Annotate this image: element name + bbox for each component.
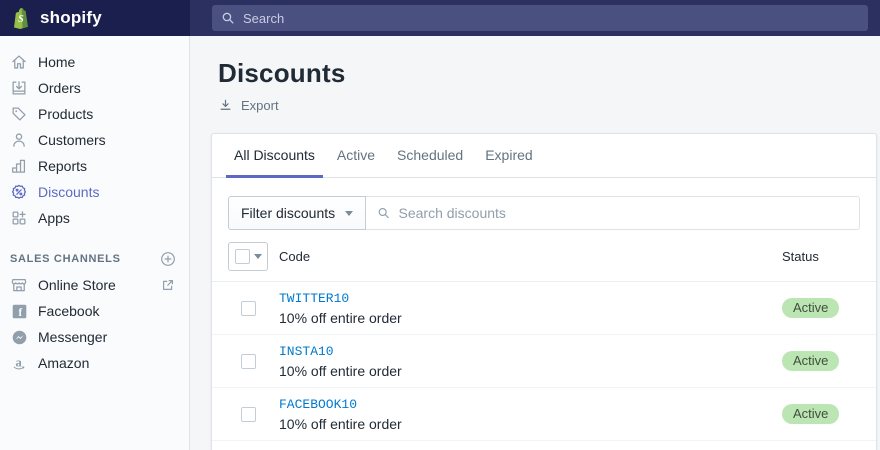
topbar-main — [190, 0, 880, 36]
table-row[interactable]: TWITTER10 10% off entire order Active — [212, 282, 876, 335]
discount-description: 10% off entire order — [279, 416, 782, 432]
sidebar-item-label: Apps — [38, 210, 177, 226]
sidebar-item-label: Discounts — [38, 184, 177, 200]
search-icon — [377, 206, 390, 220]
search-icon — [221, 11, 235, 25]
sidebar-item-label: Home — [38, 54, 177, 70]
select-all-dropdown[interactable] — [228, 242, 268, 271]
sidebar-item-label: Products — [38, 106, 177, 122]
discount-description: 10% off entire order — [279, 310, 782, 326]
discount-code-link[interactable]: TWITTER10 — [279, 291, 349, 306]
add-sales-channel-button[interactable] — [159, 250, 177, 268]
select-all-checkbox[interactable] — [235, 249, 250, 264]
apps-icon — [10, 209, 28, 227]
tab-label: Active — [337, 147, 375, 163]
shopify-wordmark: shopify — [40, 8, 102, 28]
messenger-icon — [10, 328, 28, 346]
plus-circle-icon — [159, 250, 177, 268]
customers-icon — [10, 131, 28, 149]
orders-icon — [10, 79, 28, 97]
sidebar: Home Orders Products — [0, 36, 190, 450]
facebook-icon: f — [10, 302, 28, 320]
discounts-icon — [10, 183, 28, 201]
main-content: Discounts Export All Discounts Active Sc… — [190, 36, 880, 450]
discounts-card: All Discounts Active Scheduled Expired F… — [211, 133, 877, 450]
tab-label: All Discounts — [234, 147, 315, 163]
sidebar-item-orders[interactable]: Orders — [0, 75, 189, 101]
tab-scheduled[interactable]: Scheduled — [389, 134, 471, 178]
sidebar-item-facebook[interactable]: f Facebook — [0, 298, 189, 324]
row-checkbox[interactable] — [241, 301, 256, 316]
sidebar-item-online-store[interactable]: Online Store — [0, 272, 189, 298]
discount-code-link[interactable]: FACEBOOK10 — [279, 397, 357, 412]
sidebar-item-amazon[interactable]: a Amazon — [0, 350, 189, 376]
tab-expired[interactable]: Expired — [477, 134, 540, 178]
sidebar-item-home[interactable]: Home — [0, 49, 189, 75]
sidebar-item-label: Facebook — [38, 303, 177, 319]
chevron-down-icon — [345, 211, 353, 216]
sidebar-item-label: Reports — [38, 158, 177, 174]
tab-active[interactable]: Active — [329, 134, 383, 178]
page-title: Discounts — [218, 58, 877, 89]
row-checkbox[interactable] — [241, 407, 256, 422]
tab-all-discounts[interactable]: All Discounts — [226, 134, 323, 178]
online-store-icon — [10, 276, 28, 294]
discount-tabs: All Discounts Active Scheduled Expired — [212, 134, 876, 178]
products-icon — [10, 105, 28, 123]
export-label: Export — [241, 98, 279, 113]
shopify-logo[interactable]: S shopify — [0, 0, 190, 36]
table-header: Code Status — [212, 230, 876, 282]
tab-label: Scheduled — [397, 147, 463, 163]
svg-text:f: f — [18, 307, 22, 319]
global-search[interactable] — [212, 5, 868, 31]
global-search-input[interactable] — [243, 11, 859, 26]
svg-text:S: S — [18, 13, 24, 24]
row-checkbox[interactable] — [241, 354, 256, 369]
home-icon — [10, 53, 28, 71]
discount-description: 10% off entire order — [279, 363, 782, 379]
discount-code-link[interactable]: INSTA10 — [279, 344, 334, 359]
column-header-status: Status — [782, 249, 860, 264]
filter-button-label: Filter discounts — [241, 205, 335, 221]
topbar: S shopify — [0, 0, 880, 36]
status-badge: Active — [782, 351, 839, 371]
table-row[interactable]: FACEBOOK10 10% off entire order Active — [212, 388, 876, 441]
amazon-icon: a — [10, 354, 28, 372]
discount-search[interactable] — [366, 196, 860, 230]
external-link-icon[interactable] — [159, 276, 177, 294]
column-header-code: Code — [279, 249, 782, 264]
sidebar-item-label: Amazon — [38, 355, 177, 371]
sidebar-item-label: Customers — [38, 132, 177, 148]
table-row[interactable]: INSTA10 10% off entire order Active — [212, 335, 876, 388]
sidebar-item-label: Online Store — [38, 277, 149, 293]
status-badge: Active — [782, 298, 839, 318]
sidebar-item-discounts[interactable]: Discounts — [0, 179, 189, 205]
tab-label: Expired — [485, 147, 532, 163]
discount-search-input[interactable] — [399, 205, 848, 221]
sidebar-item-products[interactable]: Products — [0, 101, 189, 127]
export-button[interactable]: Export — [218, 98, 279, 113]
reports-icon — [10, 157, 28, 175]
download-icon — [218, 98, 233, 113]
filter-row: Filter discounts — [212, 178, 876, 230]
shopify-bag-icon: S — [10, 6, 33, 31]
sales-channels-title: SALES CHANNELS — [10, 253, 121, 265]
sidebar-item-label: Orders — [38, 80, 177, 96]
sidebar-item-label: Messenger — [38, 329, 177, 345]
sidebar-item-reports[interactable]: Reports — [0, 153, 189, 179]
sidebar-item-customers[interactable]: Customers — [0, 127, 189, 153]
chevron-down-icon — [254, 254, 262, 259]
sales-channels-header: SALES CHANNELS — [0, 246, 189, 272]
sidebar-item-messenger[interactable]: Messenger — [0, 324, 189, 350]
status-badge: Active — [782, 404, 839, 424]
sidebar-item-apps[interactable]: Apps — [0, 205, 189, 231]
filter-discounts-button[interactable]: Filter discounts — [228, 196, 366, 230]
svg-text:a: a — [15, 355, 22, 369]
